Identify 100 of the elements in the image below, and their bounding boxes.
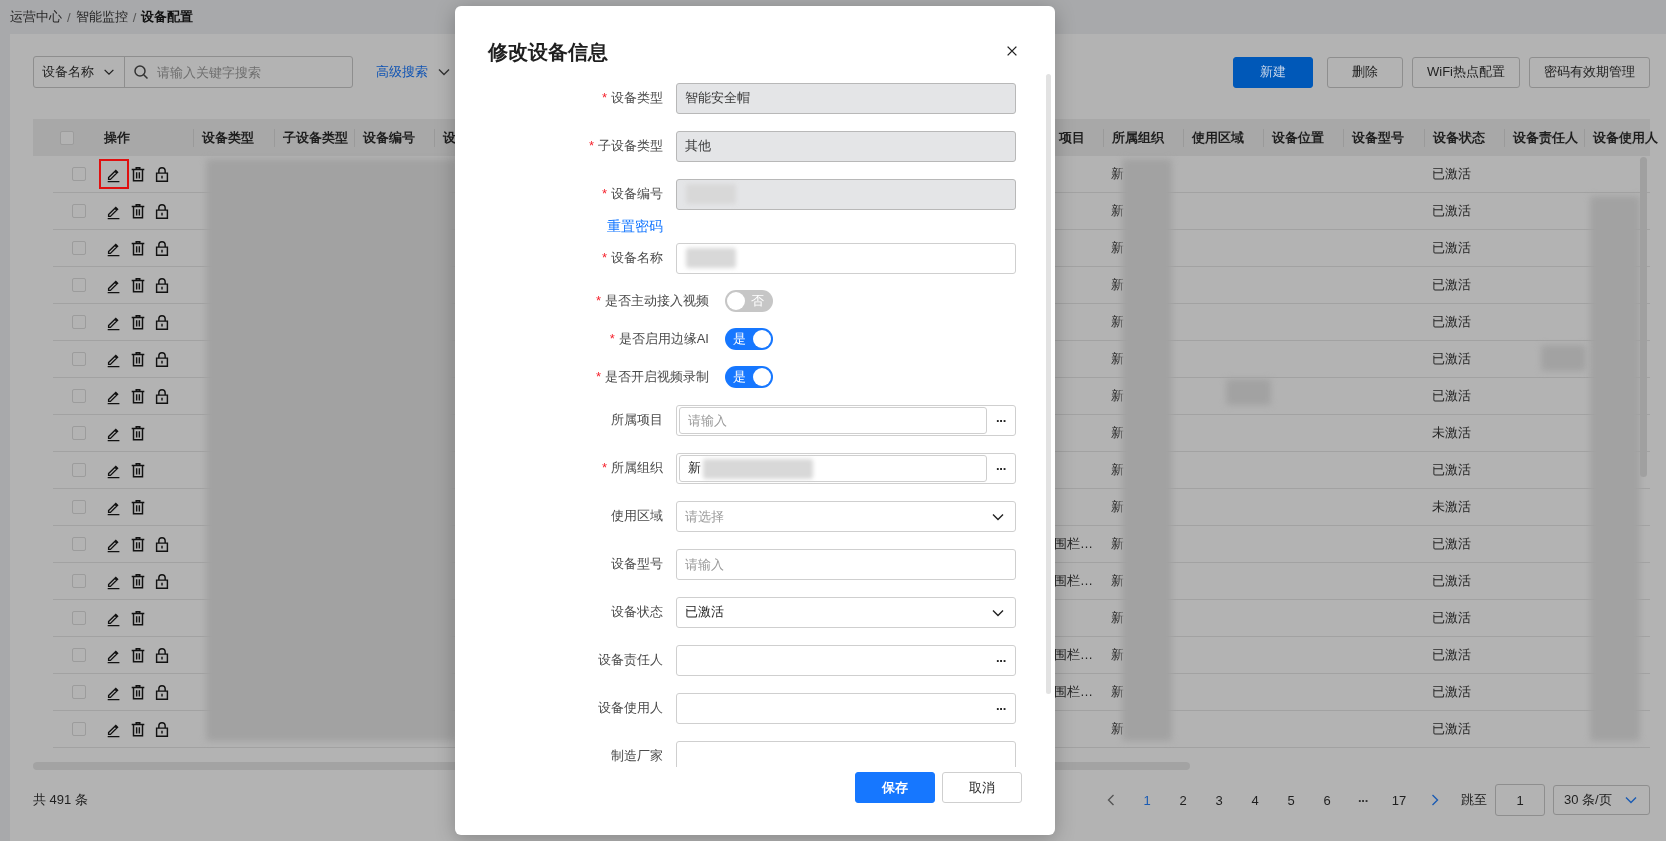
toolbar-button[interactable]: 删除: [1327, 56, 1403, 88]
column-header[interactable]: 设备责任人: [1513, 129, 1578, 145]
search-field[interactable]: 请输入关键字搜索: [157, 64, 344, 80]
table-cell-text: 已激活: [1431, 239, 1472, 257]
lock-icon: [153, 276, 171, 294]
toggle-switch[interactable]: 是: [725, 366, 773, 388]
table-cell-text: 新: [1110, 535, 1125, 553]
column-header[interactable]: 操作: [104, 129, 130, 145]
trash-icon: [129, 646, 147, 664]
field-select[interactable]: 设备名称: [34, 57, 125, 87]
input-field[interactable]: [676, 242, 1016, 274]
table-cell-text: 已激活: [1431, 165, 1472, 183]
table-cell-text: 新: [1110, 720, 1125, 738]
input-field[interactable]: [676, 740, 1016, 767]
lock-icon: [153, 720, 171, 738]
page-input[interactable]: 1: [1495, 784, 1545, 816]
picker-field[interactable]: 新 ···: [676, 452, 1016, 484]
page-button[interactable]: 17: [1381, 785, 1417, 815]
lock-icon: [153, 572, 171, 590]
field-label: 设备型号: [610, 555, 663, 573]
advanced-search-link[interactable]: 高级搜索: [376, 63, 452, 81]
table-cell-text: 已激活: [1431, 350, 1472, 368]
column-header[interactable]: 使用区域: [1192, 129, 1244, 145]
page-button[interactable]: 6: [1309, 785, 1345, 815]
field-label: * 设备名称: [600, 249, 663, 267]
breadcrumb-separator: /: [67, 9, 71, 25]
table-cell-text: 已激活: [1431, 609, 1472, 627]
trash-icon: [129, 535, 147, 553]
jump-label: 跳至: [1461, 791, 1487, 809]
page-button[interactable]: 2: [1165, 785, 1201, 815]
table-cell-text: 新: [1110, 646, 1125, 664]
field-label: * 是否主动接入视频: [594, 292, 709, 310]
table-cell-text: 新: [1110, 461, 1125, 479]
lock-icon: [153, 202, 171, 220]
breadcrumb-link[interactable]: 运营中心: [10, 8, 62, 26]
search-bar[interactable]: 设备名称 请输入关键字搜索: [33, 56, 353, 88]
input-field[interactable]: 请输入: [676, 548, 1016, 580]
column-header[interactable]: 所属组织: [1112, 129, 1164, 145]
dialog-title: 修改设备信息: [488, 40, 608, 65]
more-button[interactable]: ···: [987, 454, 1015, 482]
more-button[interactable]: ···: [987, 694, 1015, 722]
page-button[interactable]: 5: [1273, 785, 1309, 815]
column-header[interactable]: 项目: [1059, 129, 1085, 145]
field-label: * 是否启用边缘AI: [608, 330, 709, 348]
lock-icon: [153, 350, 171, 368]
new-button[interactable]: 新建: [1233, 56, 1313, 88]
edit-button[interactable]: [99, 159, 129, 189]
field-label: 制造厂家: [610, 747, 663, 765]
column-header[interactable]: 设: [443, 129, 456, 145]
table-cell-text: 已激活: [1431, 387, 1472, 405]
trash-icon: [129, 202, 147, 220]
picker-field[interactable]: ···: [676, 644, 1016, 676]
column-header[interactable]: 设备型号: [1352, 129, 1404, 145]
page-button[interactable]: 4: [1237, 785, 1273, 815]
breadcrumb-separator: /: [132, 9, 137, 25]
scrollbar-thumb[interactable]: [1046, 74, 1051, 694]
trash-icon: [129, 498, 147, 516]
lock-icon: [153, 313, 171, 331]
toolbar-button[interactable]: 密码有效期管理: [1529, 56, 1650, 88]
picker-field[interactable]: 请输入 ···: [676, 404, 1016, 436]
select-field[interactable]: 请选择: [676, 500, 1016, 532]
page-ellipsis[interactable]: ···: [1345, 785, 1381, 815]
table-cell-text: 新: [1110, 387, 1125, 405]
table-cell-text: 已激活: [1431, 202, 1472, 220]
table-cell-text: 新: [1110, 683, 1125, 701]
close-icon: [1005, 44, 1019, 58]
trash-icon: [129, 572, 147, 590]
column-header[interactable]: 设备类型: [202, 129, 254, 145]
table-cell-text: 已激活: [1431, 276, 1472, 294]
reset-password-link[interactable]: 重置密码: [455, 218, 663, 234]
column-header[interactable]: 设备编号: [363, 129, 415, 145]
column-header[interactable]: 设备位置: [1272, 129, 1324, 145]
field-label: * 是否开启视频录制: [594, 368, 709, 386]
more-button[interactable]: ···: [987, 406, 1015, 434]
table-cell-text: 已激活: [1431, 720, 1472, 738]
toolbar-button[interactable]: WiFi热点配置: [1412, 56, 1520, 88]
picker-field[interactable]: ···: [676, 692, 1016, 724]
page-button[interactable]: 3: [1201, 785, 1237, 815]
column-header[interactable]: 设备状态: [1433, 129, 1485, 145]
breadcrumb-link[interactable]: 智能监控: [75, 8, 128, 26]
table-cell-text: 已激活: [1431, 461, 1472, 479]
trash-icon: [129, 239, 147, 257]
more-button[interactable]: ···: [987, 646, 1015, 674]
select-field[interactable]: 已激活: [676, 596, 1016, 628]
trash-icon: [129, 609, 147, 627]
trash-icon: [129, 276, 147, 294]
save-button[interactable]: 保存: [855, 772, 935, 803]
trash-icon: [129, 720, 147, 738]
table-cell-text: 已激活: [1431, 646, 1472, 664]
trash-icon: [129, 165, 147, 183]
column-header[interactable]: 设备使用人: [1593, 129, 1658, 145]
trash-icon: [129, 313, 147, 331]
page-size-select[interactable]: 30 条/页: [1553, 785, 1650, 815]
lock-icon: [153, 239, 171, 257]
toggle-switch[interactable]: 是: [725, 328, 773, 350]
table-cell-text: 新: [1110, 202, 1125, 220]
cancel-button[interactable]: 取消: [942, 772, 1022, 803]
input-field[interactable]: 请输入: [679, 406, 987, 434]
field-label: 设备状态: [610, 603, 663, 621]
column-header[interactable]: 子设备类型: [283, 129, 348, 145]
